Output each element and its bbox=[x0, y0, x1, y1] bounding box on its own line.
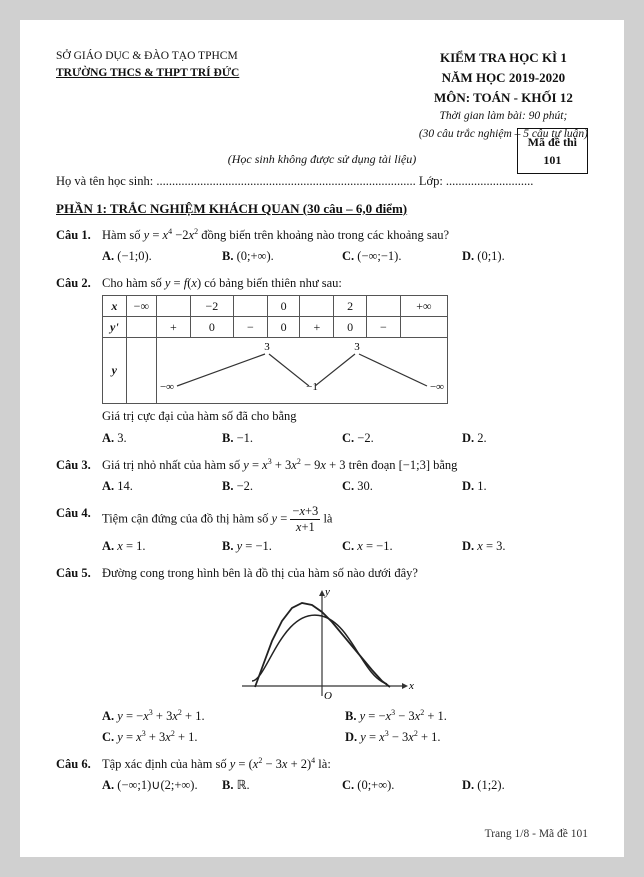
q4-text: Tiệm cận đứng của đồ thị hàm số y = −x+3… bbox=[102, 504, 588, 535]
q5-graph: x y O bbox=[212, 586, 432, 701]
q6-opt-d: D. (1;2). bbox=[462, 776, 582, 795]
q2-options: A. 3. B. −1. C. −2. D. 2. bbox=[102, 429, 588, 448]
q5-text: Đường cong trong hình bên là đồ thị của … bbox=[102, 564, 588, 583]
school-year: NĂM HỌC 2019-2020 bbox=[419, 68, 588, 88]
q6-options: A. (−∞;1)∪(2;+∞). B. ℝ. C. (0;+∞). D. (1… bbox=[102, 776, 588, 795]
svg-text:O: O bbox=[324, 690, 332, 701]
q2-text: Cho hàm số y = f(x) có bảng biến thiên n… bbox=[102, 274, 588, 293]
q1-opt-b: B. (0;+∞). bbox=[222, 247, 342, 266]
ma-de-number: 101 bbox=[528, 151, 577, 169]
svg-text:3: 3 bbox=[264, 341, 270, 353]
exam-note: (Học sinh không được sử dụng tài liệu) bbox=[56, 150, 588, 168]
q6-text: Tập xác định của hàm số y = (x2 − 3x + 2… bbox=[102, 755, 588, 774]
q2-num: Câu 2. bbox=[56, 274, 102, 293]
q2-row: Câu 2. Cho hàm số y = f(x) có bảng biến … bbox=[56, 274, 588, 293]
ma-de-box: Mã đề thi 101 bbox=[517, 128, 588, 174]
q5-num: Câu 5. bbox=[56, 564, 102, 583]
q1-options: A. (−1;0). B. (0;+∞). C. (−∞;−1). D. (0;… bbox=[102, 247, 588, 266]
question-5: Câu 5. Đường cong trong hình bên là đồ t… bbox=[56, 564, 588, 748]
q3-opt-a: A. 14. bbox=[102, 477, 222, 496]
svg-text:−1: −1 bbox=[306, 381, 318, 393]
question-2: Câu 2. Cho hàm số y = f(x) có bảng biến … bbox=[56, 274, 588, 448]
q1-opt-c: C. (−∞;−1). bbox=[342, 247, 462, 266]
q4-num: Câu 4. bbox=[56, 504, 102, 523]
question-1: Câu 1. Hàm số y = x4 −2x2 đồng biến trên… bbox=[56, 226, 588, 266]
q3-opt-c: C. 30. bbox=[342, 477, 462, 496]
q2-opt-a: A. 3. bbox=[102, 429, 222, 448]
footer: Trang 1/8 - Mã đề 101 bbox=[485, 826, 588, 843]
subject: MÔN: TOÁN - KHỐI 12 bbox=[419, 88, 588, 108]
time-note: Thời gian làm bài: 90 phút; bbox=[419, 108, 588, 126]
q3-options: A. 14. B. −2. C. 30. D. 1. bbox=[102, 477, 588, 496]
q1-num: Câu 1. bbox=[56, 226, 102, 245]
q6-opt-a: A. (−∞;1)∪(2;+∞). bbox=[102, 776, 222, 795]
q5-row: Câu 5. Đường cong trong hình bên là đồ t… bbox=[56, 564, 588, 583]
q6-opt-b: B. ℝ. bbox=[222, 776, 342, 795]
q3-opt-d: D. 1. bbox=[462, 477, 582, 496]
header-left: SỞ GIÁO DỤC & ĐÀO TẠO TPHCM TRƯỜNG THCS … bbox=[56, 48, 239, 83]
q1-opt-d: D. (0;1). bbox=[462, 247, 582, 266]
q4-opt-b: B. y = −1. bbox=[222, 537, 342, 556]
svg-text:−∞: −∞ bbox=[430, 381, 444, 393]
q5-opt-d: D. y = x3 − 3x2 + 1. bbox=[345, 728, 588, 747]
variation-graph: 3 3 −1 −∞ −∞ bbox=[157, 338, 447, 398]
variation-table: x −∞ −2 0 2 +∞ y' + 0 − 0 bbox=[102, 295, 448, 404]
q6-opt-c: C. (0;+∞). bbox=[342, 776, 462, 795]
question-3: Câu 3. Giá trị nhỏ nhất của hàm số y = x… bbox=[56, 456, 588, 496]
svg-text:x: x bbox=[408, 680, 414, 692]
svg-text:y: y bbox=[324, 586, 330, 598]
header: SỞ GIÁO DỤC & ĐÀO TẠO TPHCM TRƯỜNG THCS … bbox=[56, 48, 588, 144]
q6-num: Câu 6. bbox=[56, 755, 102, 774]
q5-opt-a: A. y = −x3 + 3x2 + 1. bbox=[102, 707, 345, 726]
q5-graph-area: x y O bbox=[56, 586, 588, 701]
q3-num: Câu 3. bbox=[56, 456, 102, 475]
school-label: TRƯỜNG THCS & THPT TRÍ ĐỨC bbox=[56, 65, 239, 82]
q4-row: Câu 4. Tiệm cận đứng của đồ thị hàm số y… bbox=[56, 504, 588, 535]
question-6: Câu 6. Tập xác định của hàm số y = (x2 −… bbox=[56, 755, 588, 795]
section1-title: PHẦN 1: TRẮC NGHIỆM KHÁCH QUAN (30 câu –… bbox=[56, 199, 588, 219]
svg-text:3: 3 bbox=[354, 341, 360, 353]
exam-title: KIỂM TRA HỌC KÌ 1 bbox=[419, 48, 588, 68]
q3-text: Giá trị nhỏ nhất của hàm số y = x3 + 3x2… bbox=[102, 456, 588, 475]
q6-row: Câu 6. Tập xác định của hàm số y = (x2 −… bbox=[56, 755, 588, 774]
svg-text:−∞: −∞ bbox=[160, 381, 174, 393]
q4-opt-d: D. x = 3. bbox=[462, 537, 582, 556]
exam-page: SỞ GIÁO DỤC & ĐÀO TẠO TPHCM TRƯỜNG THCS … bbox=[20, 20, 624, 857]
question-4: Câu 4. Tiệm cận đứng của đồ thị hàm số y… bbox=[56, 504, 588, 556]
q1-opt-a: A. (−1;0). bbox=[102, 247, 222, 266]
q2-opt-c: C. −2. bbox=[342, 429, 462, 448]
variation-table-section: x −∞ −2 0 2 +∞ y' + 0 − 0 bbox=[102, 295, 588, 426]
q1-row: Câu 1. Hàm số y = x4 −2x2 đồng biến trên… bbox=[56, 226, 588, 245]
q3-opt-b: B. −2. bbox=[222, 477, 342, 496]
q2-variation-note: Giá trị cực đại của hàm số đã cho bằng bbox=[102, 407, 588, 426]
q2-opt-b: B. −1. bbox=[222, 429, 342, 448]
department-label: SỞ GIÁO DỤC & ĐÀO TẠO TPHCM bbox=[56, 48, 239, 65]
ma-de-label: Mã đề thi bbox=[528, 133, 577, 151]
q1-text: Hàm số y = x4 −2x2 đồng biến trên khoảng… bbox=[102, 226, 588, 245]
q4-opt-a: A. x = 1. bbox=[102, 537, 222, 556]
q5-opt-c: C. y = x3 + 3x2 + 1. bbox=[102, 728, 345, 747]
q5-opt-b: B. y = −x3 − 3x2 + 1. bbox=[345, 707, 588, 726]
q2-opt-d: D. 2. bbox=[462, 429, 582, 448]
q4-options: A. x = 1. B. y = −1. C. x = −1. D. x = 3… bbox=[102, 537, 588, 556]
q3-row: Câu 3. Giá trị nhỏ nhất của hàm số y = x… bbox=[56, 456, 588, 475]
student-line: Họ và tên học sinh: ....................… bbox=[56, 172, 588, 191]
q5-options: A. y = −x3 + 3x2 + 1. B. y = −x3 − 3x2 +… bbox=[102, 707, 588, 747]
q4-opt-c: C. x = −1. bbox=[342, 537, 462, 556]
